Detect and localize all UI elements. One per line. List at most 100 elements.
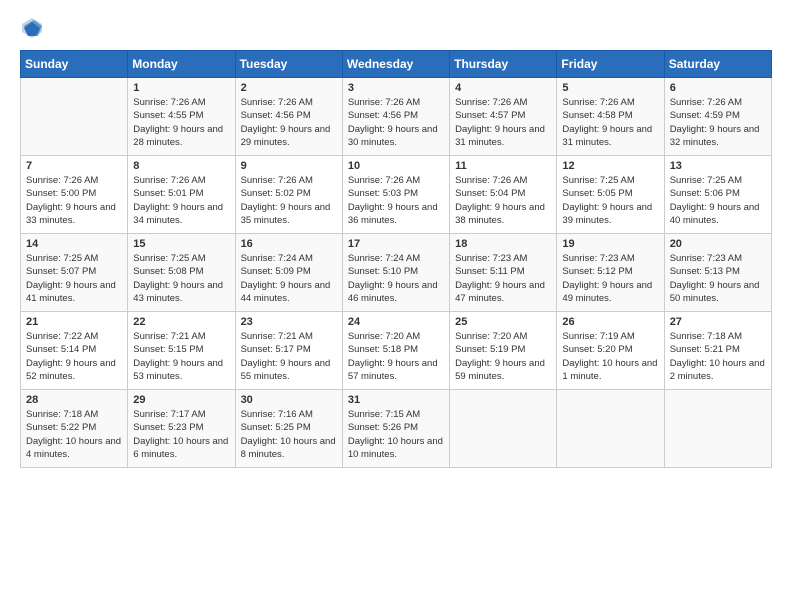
calendar-cell: 23 Sunrise: 7:21 AMSunset: 5:17 PMDayligh… bbox=[235, 312, 342, 390]
calendar-cell: 8 Sunrise: 7:26 AMSunset: 5:01 PMDaylight… bbox=[128, 156, 235, 234]
calendar-cell: 22 Sunrise: 7:21 AMSunset: 5:15 PMDayligh… bbox=[128, 312, 235, 390]
cell-info: Sunrise: 7:20 AMSunset: 5:19 PMDaylight:… bbox=[455, 330, 551, 383]
day-number: 16 bbox=[241, 238, 337, 250]
day-number: 3 bbox=[348, 82, 444, 94]
cell-info: Sunrise: 7:26 AMSunset: 5:02 PMDaylight:… bbox=[241, 174, 337, 227]
cell-info: Sunrise: 7:26 AMSunset: 5:03 PMDaylight:… bbox=[348, 174, 444, 227]
logo-icon bbox=[20, 16, 44, 40]
day-number: 27 bbox=[670, 316, 766, 328]
day-number: 15 bbox=[133, 238, 229, 250]
header bbox=[20, 16, 772, 40]
calendar-cell: 6 Sunrise: 7:26 AMSunset: 4:59 PMDaylight… bbox=[664, 78, 771, 156]
day-number: 21 bbox=[26, 316, 122, 328]
cell-info: Sunrise: 7:26 AMSunset: 4:57 PMDaylight:… bbox=[455, 96, 551, 149]
calendar-cell: 29 Sunrise: 7:17 AMSunset: 5:23 PMDayligh… bbox=[128, 390, 235, 468]
week-row-2: 14Sunrise: 7:25 AMSunset: 5:07 PMDayligh… bbox=[21, 234, 772, 312]
day-number: 6 bbox=[670, 82, 766, 94]
day-number: 29 bbox=[133, 394, 229, 406]
day-number: 28 bbox=[26, 394, 122, 406]
day-number: 19 bbox=[562, 238, 658, 250]
cell-info: Sunrise: 7:16 AMSunset: 5:25 PMDaylight:… bbox=[241, 408, 337, 461]
col-header-thursday: Thursday bbox=[450, 51, 557, 78]
day-number: 22 bbox=[133, 316, 229, 328]
calendar-cell bbox=[557, 390, 664, 468]
cell-info: Sunrise: 7:26 AMSunset: 4:56 PMDaylight:… bbox=[348, 96, 444, 149]
day-number: 5 bbox=[562, 82, 658, 94]
day-number: 24 bbox=[348, 316, 444, 328]
calendar-cell: 26Sunrise: 7:19 AMSunset: 5:20 PMDayligh… bbox=[557, 312, 664, 390]
week-row-3: 21 Sunrise: 7:22 AMSunset: 5:14 PMDayligh… bbox=[21, 312, 772, 390]
calendar-cell: 15 Sunrise: 7:25 AMSunset: 5:08 PMDayligh… bbox=[128, 234, 235, 312]
cell-info: Sunrise: 7:24 AMSunset: 5:10 PMDaylight:… bbox=[348, 252, 444, 305]
cell-info: Sunrise: 7:20 AMSunset: 5:18 PMDaylight:… bbox=[348, 330, 444, 383]
day-number: 1 bbox=[133, 82, 229, 94]
col-header-tuesday: Tuesday bbox=[235, 51, 342, 78]
day-number: 11 bbox=[455, 160, 551, 172]
day-number: 31 bbox=[348, 394, 444, 406]
calendar-cell bbox=[21, 78, 128, 156]
cell-info: Sunrise: 7:26 AMSunset: 5:04 PMDaylight:… bbox=[455, 174, 551, 227]
cell-info: Sunrise: 7:18 AMSunset: 5:21 PMDaylight:… bbox=[670, 330, 766, 383]
calendar-cell: 16 Sunrise: 7:24 AMSunset: 5:09 PMDayligh… bbox=[235, 234, 342, 312]
cell-info: Sunrise: 7:21 AMSunset: 5:17 PMDaylight:… bbox=[241, 330, 337, 383]
day-number: 17 bbox=[348, 238, 444, 250]
day-number: 2 bbox=[241, 82, 337, 94]
calendar-cell bbox=[664, 390, 771, 468]
col-header-sunday: Sunday bbox=[21, 51, 128, 78]
calendar-cell: 14Sunrise: 7:25 AMSunset: 5:07 PMDayligh… bbox=[21, 234, 128, 312]
cell-info: Sunrise: 7:25 AMSunset: 5:05 PMDaylight:… bbox=[562, 174, 658, 227]
header-row: SundayMondayTuesdayWednesdayThursdayFrid… bbox=[21, 51, 772, 78]
cell-info: Sunrise: 7:25 AMSunset: 5:08 PMDaylight:… bbox=[133, 252, 229, 305]
col-header-wednesday: Wednesday bbox=[342, 51, 449, 78]
calendar-cell: 19 Sunrise: 7:23 AMSunset: 5:12 PMDayligh… bbox=[557, 234, 664, 312]
calendar-cell: 13 Sunrise: 7:25 AMSunset: 5:06 PMDayligh… bbox=[664, 156, 771, 234]
day-number: 25 bbox=[455, 316, 551, 328]
day-number: 23 bbox=[241, 316, 337, 328]
cell-info: Sunrise: 7:26 AMSunset: 5:00 PMDaylight:… bbox=[26, 174, 122, 227]
calendar-cell: 7 Sunrise: 7:26 AMSunset: 5:00 PMDaylight… bbox=[21, 156, 128, 234]
cell-info: Sunrise: 7:26 AMSunset: 4:58 PMDaylight:… bbox=[562, 96, 658, 149]
calendar-cell bbox=[450, 390, 557, 468]
calendar-cell: 20 Sunrise: 7:23 AMSunset: 5:13 PMDayligh… bbox=[664, 234, 771, 312]
calendar-cell: 2 Sunrise: 7:26 AMSunset: 4:56 PMDaylight… bbox=[235, 78, 342, 156]
calendar-cell: 21 Sunrise: 7:22 AMSunset: 5:14 PMDayligh… bbox=[21, 312, 128, 390]
day-number: 8 bbox=[133, 160, 229, 172]
cell-info: Sunrise: 7:22 AMSunset: 5:14 PMDaylight:… bbox=[26, 330, 122, 383]
day-number: 18 bbox=[455, 238, 551, 250]
cell-info: Sunrise: 7:23 AMSunset: 5:13 PMDaylight:… bbox=[670, 252, 766, 305]
cell-info: Sunrise: 7:21 AMSunset: 5:15 PMDaylight:… bbox=[133, 330, 229, 383]
cell-info: Sunrise: 7:26 AMSunset: 4:55 PMDaylight:… bbox=[133, 96, 229, 149]
day-number: 9 bbox=[241, 160, 337, 172]
cell-info: Sunrise: 7:19 AMSunset: 5:20 PMDaylight:… bbox=[562, 330, 658, 383]
col-header-saturday: Saturday bbox=[664, 51, 771, 78]
cell-info: Sunrise: 7:26 AMSunset: 4:56 PMDaylight:… bbox=[241, 96, 337, 149]
day-number: 7 bbox=[26, 160, 122, 172]
cell-info: Sunrise: 7:24 AMSunset: 5:09 PMDaylight:… bbox=[241, 252, 337, 305]
logo bbox=[20, 16, 48, 40]
calendar-cell: 25 Sunrise: 7:20 AMSunset: 5:19 PMDayligh… bbox=[450, 312, 557, 390]
cell-info: Sunrise: 7:17 AMSunset: 5:23 PMDaylight:… bbox=[133, 408, 229, 461]
calendar-table: SundayMondayTuesdayWednesdayThursdayFrid… bbox=[20, 50, 772, 468]
cell-info: Sunrise: 7:25 AMSunset: 5:07 PMDaylight:… bbox=[26, 252, 122, 305]
calendar-cell: 30 Sunrise: 7:16 AMSunset: 5:25 PMDayligh… bbox=[235, 390, 342, 468]
cell-info: Sunrise: 7:23 AMSunset: 5:12 PMDaylight:… bbox=[562, 252, 658, 305]
day-number: 30 bbox=[241, 394, 337, 406]
col-header-monday: Monday bbox=[128, 51, 235, 78]
cell-info: Sunrise: 7:26 AMSunset: 4:59 PMDaylight:… bbox=[670, 96, 766, 149]
page: SundayMondayTuesdayWednesdayThursdayFrid… bbox=[0, 0, 792, 480]
day-number: 20 bbox=[670, 238, 766, 250]
calendar-cell: 12 Sunrise: 7:25 AMSunset: 5:05 PMDayligh… bbox=[557, 156, 664, 234]
cell-info: Sunrise: 7:25 AMSunset: 5:06 PMDaylight:… bbox=[670, 174, 766, 227]
calendar-cell: 18Sunrise: 7:23 AMSunset: 5:11 PMDayligh… bbox=[450, 234, 557, 312]
day-number: 12 bbox=[562, 160, 658, 172]
day-number: 13 bbox=[670, 160, 766, 172]
calendar-cell: 27 Sunrise: 7:18 AMSunset: 5:21 PMDayligh… bbox=[664, 312, 771, 390]
calendar-cell: 5 Sunrise: 7:26 AMSunset: 4:58 PMDaylight… bbox=[557, 78, 664, 156]
calendar-cell: 1 Sunrise: 7:26 AMSunset: 4:55 PMDaylight… bbox=[128, 78, 235, 156]
day-number: 10 bbox=[348, 160, 444, 172]
cell-info: Sunrise: 7:26 AMSunset: 5:01 PMDaylight:… bbox=[133, 174, 229, 227]
week-row-1: 7 Sunrise: 7:26 AMSunset: 5:00 PMDaylight… bbox=[21, 156, 772, 234]
col-header-friday: Friday bbox=[557, 51, 664, 78]
week-row-0: 1 Sunrise: 7:26 AMSunset: 4:55 PMDaylight… bbox=[21, 78, 772, 156]
calendar-cell: 4Sunrise: 7:26 AMSunset: 4:57 PMDaylight… bbox=[450, 78, 557, 156]
